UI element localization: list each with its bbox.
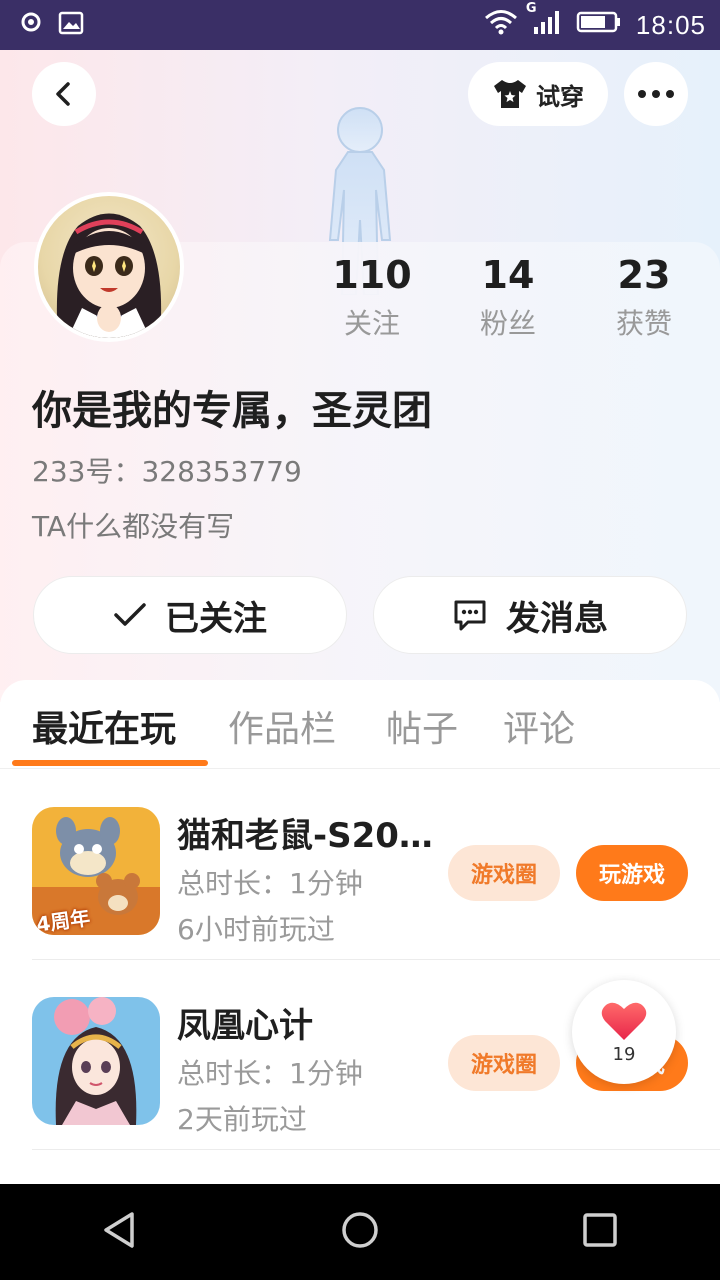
game-icon: 4周年 bbox=[32, 807, 160, 935]
following-label: 关注 bbox=[343, 307, 400, 340]
more-dots-icon bbox=[638, 90, 674, 98]
tab-recent-playing[interactable]: 最近在玩 bbox=[32, 700, 176, 752]
stat-likes[interactable]: 23 获赞 bbox=[584, 252, 704, 342]
heart-icon bbox=[601, 1002, 647, 1040]
tab-comments[interactable]: 评论 bbox=[503, 700, 575, 752]
avatar[interactable] bbox=[34, 192, 184, 342]
tab-posts[interactable]: 帖子 bbox=[386, 700, 458, 752]
battery-icon bbox=[576, 9, 622, 42]
message-label: 发消息 bbox=[506, 598, 608, 639]
following-count: 110 bbox=[332, 253, 412, 297]
play-game-button[interactable]: 玩游戏 bbox=[576, 845, 688, 901]
tshirt-icon bbox=[494, 80, 526, 108]
game-last-played: 2天前玩过 bbox=[177, 1103, 307, 1136]
nav-back-icon[interactable] bbox=[100, 1210, 140, 1254]
stat-fans[interactable]: 14 粉丝 bbox=[448, 252, 568, 342]
signal-icon: G bbox=[526, 1, 562, 42]
fans-label: 粉丝 bbox=[479, 307, 536, 340]
content-panel: 最近在玩 作品栏 帖子 评论 4周年 猫和老鼠-S20… 总时长：1分钟 6小时… bbox=[0, 680, 720, 1184]
bio: TA什么都没有写 bbox=[32, 510, 235, 543]
status-bar: G 18:05 bbox=[0, 0, 720, 50]
likes-count: 23 bbox=[617, 253, 671, 297]
game-title: 凤凰心计 bbox=[177, 1006, 313, 1046]
fans-count: 14 bbox=[481, 253, 535, 297]
game-circle-button[interactable]: 游戏圈 bbox=[448, 845, 560, 901]
profile-tabs: 最近在玩 作品栏 帖子 评论 bbox=[0, 680, 720, 769]
tab-works[interactable]: 作品栏 bbox=[228, 700, 336, 752]
system-nav-bar bbox=[0, 1184, 720, 1280]
game-duration: 总时长：1分钟 bbox=[177, 1057, 363, 1090]
game-title: 猫和老鼠-S20… bbox=[177, 816, 433, 856]
network-type: G bbox=[525, 0, 537, 16]
nav-recents-icon[interactable] bbox=[580, 1210, 620, 1254]
image-icon bbox=[58, 10, 84, 40]
checkmark-icon bbox=[114, 603, 146, 626]
try-on-button[interactable]: 试穿 bbox=[468, 62, 608, 126]
location-icon bbox=[18, 10, 44, 40]
back-button[interactable] bbox=[32, 62, 96, 126]
game-duration: 总时长：1分钟 bbox=[177, 867, 363, 900]
message-button[interactable]: 发消息 bbox=[373, 576, 687, 654]
like-count: 19 bbox=[612, 1043, 636, 1065]
more-button[interactable] bbox=[624, 62, 688, 126]
wifi-icon bbox=[484, 9, 518, 42]
game-row[interactable]: 4周年 猫和老鼠-S20… 总时长：1分钟 6小时前玩过 游戏圈 玩游戏 bbox=[0, 770, 720, 960]
row-divider bbox=[32, 1149, 720, 1150]
profile-stats: 110 关注 14 粉丝 23 获赞 bbox=[300, 252, 720, 352]
user-id: 233号：328353779 bbox=[32, 455, 302, 488]
follow-label: 已关注 bbox=[165, 598, 267, 639]
active-tab-indicator bbox=[12, 760, 208, 766]
likes-label: 获赞 bbox=[615, 307, 672, 340]
chat-bubble-icon bbox=[454, 600, 486, 631]
clock: 18:05 bbox=[635, 9, 706, 40]
game-icon bbox=[32, 997, 160, 1125]
nickname: 你是我的专属，圣灵团 bbox=[32, 388, 432, 434]
avatar-image bbox=[38, 196, 180, 338]
game-last-played: 6小时前玩过 bbox=[177, 913, 335, 946]
try-on-label: 试穿 bbox=[536, 82, 584, 111]
game-circle-button[interactable]: 游戏圈 bbox=[448, 1035, 560, 1091]
chevron-left-icon bbox=[56, 82, 70, 106]
follow-button[interactable]: 已关注 bbox=[33, 576, 347, 654]
floating-like-button[interactable]: 19 bbox=[572, 980, 676, 1084]
stat-following[interactable]: 110 关注 bbox=[312, 252, 432, 342]
nav-home-icon[interactable] bbox=[340, 1210, 380, 1254]
